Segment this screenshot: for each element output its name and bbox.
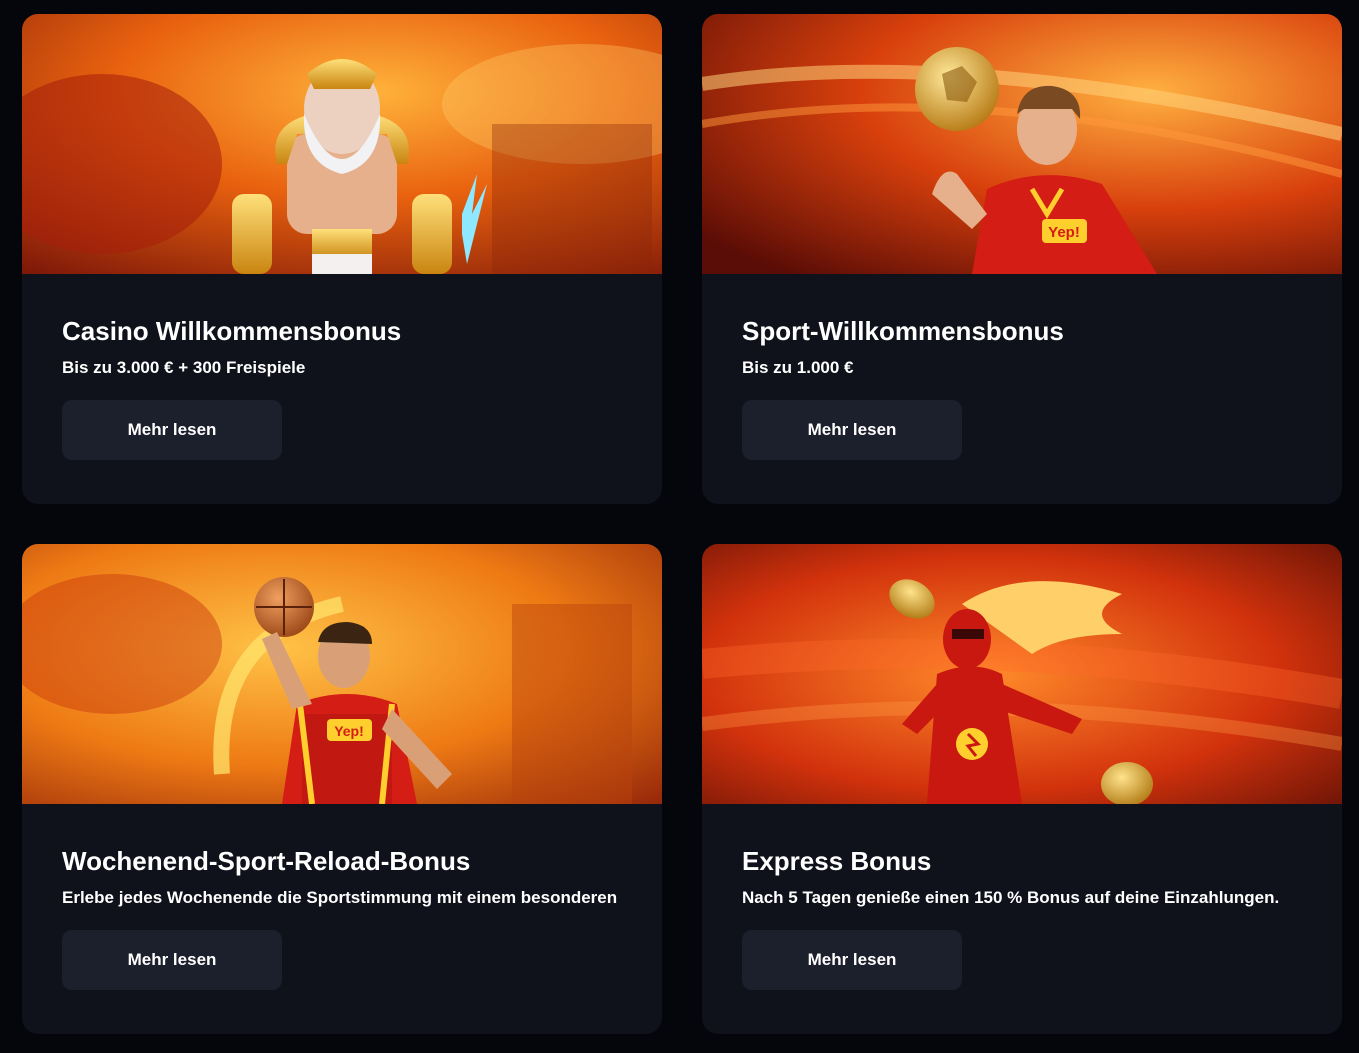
card-title: Casino Willkommensbonus	[62, 316, 402, 346]
speedster-banner-image	[702, 544, 1342, 804]
read-more-button[interactable]: Mehr lesen	[742, 400, 962, 460]
card-title: Express Bonus	[742, 846, 932, 876]
zeus-banner-image	[22, 14, 662, 274]
bonus-card-express: Express Bonus Nach 5 Tagen genieße einen…	[702, 544, 1342, 1034]
bonus-card-weekend-reload: Yep! Wochenend-Sport-Reload-Bonus Erlebe…	[22, 544, 662, 1034]
card-subtitle: Bis zu 3.000 € + 300 Freispiele	[62, 358, 306, 377]
card-subtitle: Erlebe jedes Wochenende die Sportstimmun…	[62, 888, 618, 907]
jersey-text: Yep!	[1048, 224, 1080, 241]
bonus-card-sport: Yep! Sport-Willkommensbonus Bis zu 1.000…	[702, 14, 1342, 504]
card-title: Sport-Willkommensbonus	[742, 316, 1064, 346]
basketball-banner-image: Yep!	[22, 544, 662, 804]
card-subtitle: Nach 5 Tagen genieße einen 150 % Bonus a…	[742, 888, 1280, 907]
jersey-text: Yep!	[334, 723, 364, 739]
bonus-card-casino: Casino Willkommensbonus Bis zu 3.000 € +…	[22, 14, 662, 504]
football-banner-image: Yep!	[702, 14, 1342, 274]
read-more-button[interactable]: Mehr lesen	[742, 930, 962, 990]
bonus-grid: Casino Willkommensbonus Bis zu 3.000 € +…	[22, 14, 1342, 1034]
card-subtitle: Bis zu 1.000 €	[742, 358, 854, 377]
card-title: Wochenend-Sport-Reload-Bonus	[62, 846, 471, 876]
read-more-button[interactable]: Mehr lesen	[62, 400, 282, 460]
read-more-button[interactable]: Mehr lesen	[62, 930, 282, 990]
